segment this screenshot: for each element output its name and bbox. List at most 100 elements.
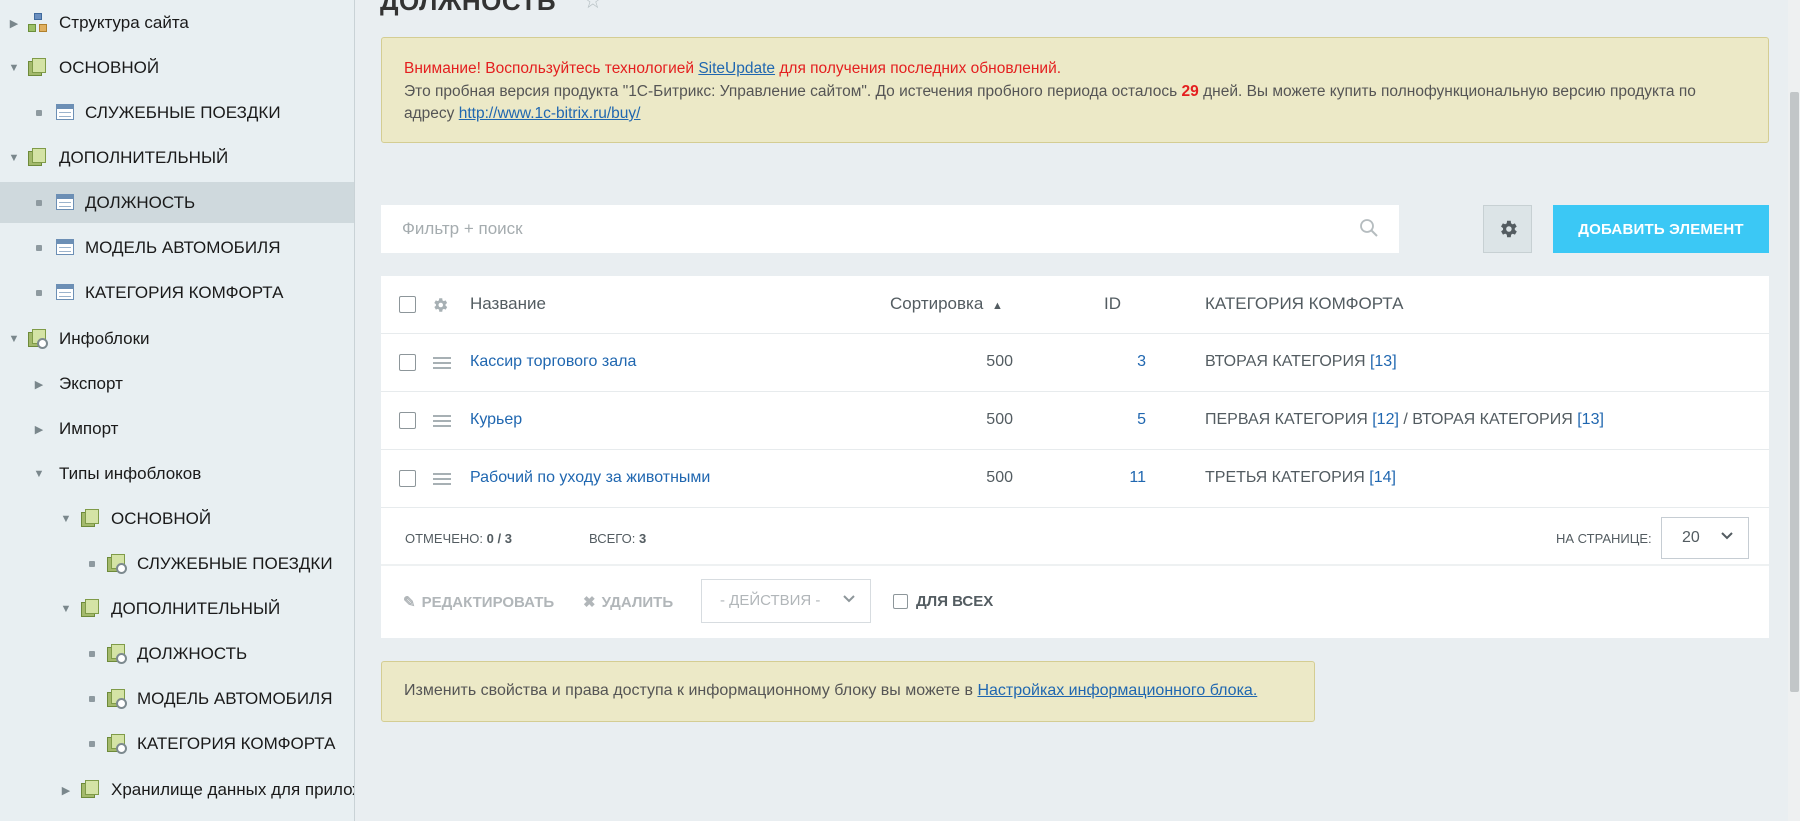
sidebar-item-site-structure[interactable]: ▶ Структура сайта bbox=[0, 2, 354, 43]
sidebar-item-iblock-types[interactable]: ▼ Типы инфоблоков bbox=[0, 453, 354, 494]
sidebar-item-car-model-nested[interactable]: МОДЕЛЬ АВТОМОБИЛЯ bbox=[0, 678, 354, 719]
sidebar-item-label: ДОЛЖНОСТЬ bbox=[137, 643, 248, 663]
chevron-down-icon[interactable]: ▼ bbox=[8, 333, 20, 345]
sidebar-item-import[interactable]: ▶ Импорт bbox=[0, 408, 354, 449]
buy-link[interactable]: http://www.1c-bitrix.ru/buy/ bbox=[459, 105, 641, 122]
table-row[interactable]: Рабочий по уходу за животными 500 11 ТРЕ… bbox=[381, 450, 1769, 508]
sidebar-item-label: ОСНОВНОЙ bbox=[111, 508, 212, 528]
iblock-settings-notice: Изменить свойства и права доступа к инфо… bbox=[381, 661, 1315, 722]
search-icon[interactable] bbox=[1359, 218, 1379, 238]
iblock-type-icon bbox=[81, 599, 99, 617]
row-name-link[interactable]: Кассир торгового зала bbox=[470, 353, 636, 371]
for-all-toggle[interactable]: ДЛЯ ВСЕХ bbox=[893, 593, 993, 610]
row-sort: 500 bbox=[986, 411, 1013, 428]
bullet-icon bbox=[89, 561, 95, 567]
sidebar-item-extra-type-nested[interactable]: ▼ ДОПОЛНИТЕЛЬНЫЙ bbox=[0, 588, 354, 629]
column-settings-gear-icon[interactable] bbox=[431, 296, 449, 314]
sidebar-item-label: ОСНОВНОЙ bbox=[59, 57, 160, 77]
sidebar-item-export[interactable]: ▶ Экспорт bbox=[0, 363, 354, 404]
category-id-link[interactable]: [13] bbox=[1370, 353, 1397, 370]
select-all-checkbox[interactable] bbox=[399, 296, 416, 313]
row-menu-icon[interactable] bbox=[433, 357, 451, 369]
row-category: ВТОРАЯ КАТЕГОРИЯ [13] bbox=[1205, 353, 1397, 371]
sidebar-item-iblocks[interactable]: ▼ Инфоблоки bbox=[0, 318, 354, 359]
chevron-down-icon[interactable]: ▼ bbox=[33, 468, 45, 480]
sidebar-item-label: Инфоблоки bbox=[59, 328, 150, 348]
per-page-value: 20 bbox=[1682, 529, 1700, 546]
sidebar-item-business-trips-nested[interactable]: СЛУЖЕБНЫЕ ПОЕЗДКИ bbox=[0, 543, 354, 584]
iblock-type-icon bbox=[81, 780, 99, 798]
filter-search-input[interactable] bbox=[381, 205, 1399, 253]
column-header-id[interactable]: ID bbox=[1104, 294, 1121, 314]
notice-warning-suffix: для получения последних обновлений. bbox=[779, 60, 1062, 77]
siteupdate-link[interactable]: SiteUpdate bbox=[698, 60, 775, 77]
checked-value: 0 / 3 bbox=[486, 531, 512, 546]
sidebar-item-label: КАТЕГОРИЯ КОМФОРТА bbox=[137, 733, 336, 753]
for-all-checkbox[interactable] bbox=[893, 594, 908, 609]
notice-days: 29 bbox=[1181, 82, 1199, 100]
chevron-down-icon[interactable]: ▼ bbox=[8, 152, 20, 164]
row-id[interactable]: 5 bbox=[1061, 411, 1146, 429]
chevron-right-icon[interactable]: ▶ bbox=[60, 784, 72, 797]
edit-action-button[interactable]: ✎ РЕДАКТИРОВАТЬ bbox=[403, 593, 555, 612]
sidebar-item-position[interactable]: ДОЛЖНОСТЬ bbox=[0, 182, 354, 223]
category-label: ПЕРВАЯ КАТЕГОРИЯ bbox=[1205, 411, 1368, 428]
info-text: Изменить свойства и права доступа к инфо… bbox=[404, 682, 974, 699]
row-id[interactable]: 3 bbox=[1061, 353, 1146, 371]
sidebar-item-comfort-category-nested[interactable]: КАТЕГОРИЯ КОМФОРТА bbox=[0, 723, 354, 764]
sidebar-item-extra-type[interactable]: ▼ ДОПОЛНИТЕЛЬНЫЙ bbox=[0, 137, 354, 178]
row-name-link[interactable]: Рабочий по уходу за животными bbox=[470, 469, 710, 487]
edit-action-label: РЕДАКТИРОВАТЬ bbox=[421, 593, 555, 611]
grid-settings-button[interactable] bbox=[1483, 205, 1532, 253]
filter-box bbox=[381, 205, 1399, 253]
star-icon[interactable]: ☆ bbox=[583, 0, 603, 14]
scrollbar-thumb[interactable] bbox=[1790, 92, 1799, 692]
sidebar-item-car-model[interactable]: МОДЕЛЬ АВТОМОБИЛЯ bbox=[0, 227, 354, 268]
delete-action-button[interactable]: ✖ УДАЛИТЬ bbox=[583, 593, 673, 612]
table-row[interactable]: Кассир торгового зала 500 3 ВТОРАЯ КАТЕГ… bbox=[381, 334, 1769, 392]
column-header-sort[interactable]: Сортировка ▲ bbox=[890, 294, 1003, 314]
grid-header: Название Сортировка ▲ ID КАТЕГОРИЯ КОМФО… bbox=[381, 276, 1769, 334]
close-icon: ✖ bbox=[583, 594, 596, 611]
notice-warning-prefix: Внимание! Воспользуйтесь технологией bbox=[404, 60, 695, 77]
add-element-button[interactable]: ДОБАВИТЬ ЭЛЕМЕНТ bbox=[1553, 205, 1769, 253]
sidebar-item-main-type-nested[interactable]: ▼ ОСНОВНОЙ bbox=[0, 498, 354, 539]
row-checkbox[interactable] bbox=[399, 470, 416, 487]
column-header-name[interactable]: Название bbox=[470, 294, 546, 314]
table-row[interactable]: Курьер 500 5 ПЕРВАЯ КАТЕГОРИЯ [12] / ВТО… bbox=[381, 392, 1769, 450]
row-menu-icon[interactable] bbox=[433, 415, 451, 427]
category-label: ТРЕТЬЯ КАТЕГОРИЯ bbox=[1205, 469, 1365, 486]
chevron-right-icon[interactable]: ▶ bbox=[8, 17, 20, 30]
chevron-right-icon[interactable]: ▶ bbox=[33, 378, 45, 391]
bullet-icon bbox=[89, 696, 95, 702]
sidebar-item-business-trips[interactable]: СЛУЖЕБНЫЕ ПОЕЗДКИ bbox=[0, 92, 354, 133]
chevron-down-icon[interactable]: ▼ bbox=[8, 62, 20, 74]
sidebar-item-position-nested[interactable]: ДОЛЖНОСТЬ bbox=[0, 633, 354, 674]
category-id-link[interactable]: [13] bbox=[1577, 411, 1604, 428]
sidebar-item-comfort-category[interactable]: КАТЕГОРИЯ КОМФОРТА bbox=[0, 272, 354, 313]
list-icon bbox=[56, 239, 74, 255]
sidebar-item-label: СЛУЖЕБНЫЕ ПОЕЗДКИ bbox=[137, 553, 333, 573]
chevron-down-icon[interactable]: ▼ bbox=[60, 603, 72, 615]
chevron-right-icon[interactable]: ▶ bbox=[33, 423, 45, 436]
category-id-link[interactable]: [14] bbox=[1369, 469, 1396, 486]
column-header-sort-label: Сортировка bbox=[890, 294, 984, 313]
column-header-category[interactable]: КАТЕГОРИЯ КОМФОРТА bbox=[1205, 294, 1403, 314]
per-page-select[interactable]: 20 bbox=[1661, 517, 1749, 559]
row-id[interactable]: 11 bbox=[1061, 469, 1146, 487]
row-name-link[interactable]: Курьер bbox=[470, 411, 522, 429]
category-id-link[interactable]: [12] bbox=[1372, 411, 1399, 428]
row-checkbox[interactable] bbox=[399, 354, 416, 371]
sidebar-item-label: ДОЛЖНОСТЬ bbox=[85, 192, 196, 212]
sidebar-item-main-type[interactable]: ▼ ОСНОВНОЙ bbox=[0, 47, 354, 88]
sidebar-item-app-storage[interactable]: ▶ Хранилище данных для прилож bbox=[0, 769, 354, 810]
page-scrollbar[interactable] bbox=[1788, 0, 1800, 821]
actions-select-value: - ДЕЙСТВИЯ - bbox=[720, 592, 821, 609]
row-menu-icon[interactable] bbox=[433, 473, 451, 485]
checked-label: ОТМЕЧЕНО: bbox=[405, 531, 483, 546]
row-checkbox[interactable] bbox=[399, 412, 416, 429]
actions-select[interactable]: - ДЕЙСТВИЯ - bbox=[701, 579, 871, 623]
chevron-down-icon[interactable]: ▼ bbox=[60, 513, 72, 525]
iblock-icon bbox=[107, 734, 127, 754]
iblock-settings-link[interactable]: Настройках информационного блока. bbox=[977, 682, 1257, 699]
